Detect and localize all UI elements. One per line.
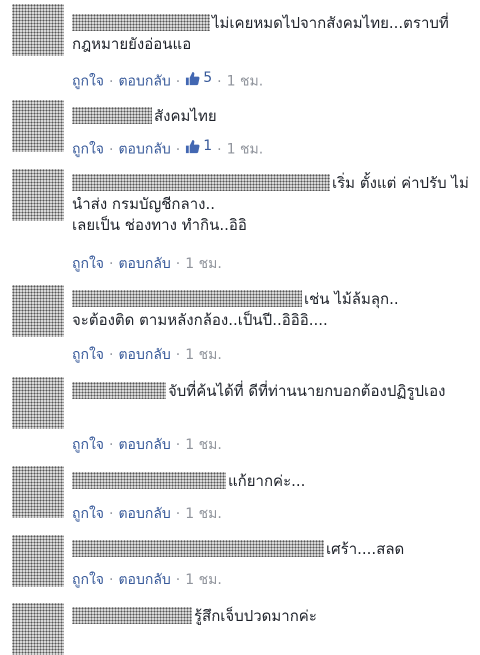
like-link[interactable]: ถูกใจ: [72, 506, 104, 522]
timestamp[interactable]: 1 ชม.: [185, 256, 222, 272]
comment-text: รู้สึกเจ็บปวดมากค่ะ: [194, 607, 317, 625]
separator: ·: [109, 347, 114, 363]
avatar[interactable]: [12, 100, 64, 152]
like-count-value: 1: [203, 138, 213, 154]
separator: ·: [109, 256, 114, 272]
comment-text: สังคมไทย: [154, 107, 217, 125]
like-link[interactable]: ถูกใจ: [72, 256, 104, 272]
separator: ·: [175, 572, 181, 588]
reply-link[interactable]: ตอบกลับ: [118, 74, 170, 90]
thumbs-up-icon: [186, 139, 200, 153]
separator: ·: [109, 73, 114, 90]
comment-text: แก้ยากค่ะ...: [228, 472, 306, 490]
reply-link[interactable]: ตอบกลับ: [118, 506, 170, 522]
avatar[interactable]: [12, 603, 64, 655]
avatar[interactable]: [12, 4, 64, 56]
timestamp[interactable]: 1 ชม.: [227, 142, 264, 158]
redacted-commenter-name[interactable]: [72, 174, 330, 191]
thumbs-up-icon: [186, 71, 200, 85]
redacted-commenter-name[interactable]: [72, 540, 324, 557]
avatar[interactable]: [12, 377, 64, 429]
timestamp[interactable]: 1 ชม.: [185, 572, 222, 588]
reply-link[interactable]: ตอบกลับ: [118, 347, 170, 363]
separator: ·: [109, 506, 114, 522]
avatar[interactable]: [12, 285, 64, 337]
like-link[interactable]: ถูกใจ: [72, 142, 104, 158]
timestamp[interactable]: 1 ชม.: [227, 74, 264, 90]
like-link[interactable]: ถูกใจ: [72, 347, 104, 363]
like-count[interactable]: 5: [185, 69, 212, 87]
separator: ·: [109, 141, 114, 158]
separator: ·: [217, 73, 222, 90]
reply-link[interactable]: ตอบกลับ: [118, 142, 170, 158]
reply-link[interactable]: ตอบกลับ: [118, 572, 170, 588]
like-count[interactable]: 1: [185, 137, 212, 155]
avatar[interactable]: [12, 466, 64, 518]
separator: ·: [175, 73, 181, 90]
redacted-commenter-name[interactable]: [72, 14, 210, 31]
like-link[interactable]: ถูกใจ: [72, 572, 104, 588]
redacted-commenter-name[interactable]: [72, 382, 166, 399]
timestamp[interactable]: 1 ชม.: [185, 347, 222, 363]
separator: ·: [175, 506, 181, 522]
reply-link[interactable]: ตอบกลับ: [118, 437, 170, 453]
redacted-commenter-name[interactable]: [72, 607, 192, 624]
comment-text: เศร้า....สลด: [326, 540, 405, 558]
comment-text: จับที่ค้นได้ที่ ดีที่ท่านนายกบอกต้องปฏิร…: [168, 382, 446, 400]
separator: ·: [175, 256, 181, 272]
like-count-value: 5: [203, 70, 213, 86]
separator: ·: [175, 347, 181, 363]
separator: ·: [175, 437, 181, 453]
reply-link[interactable]: ตอบกลับ: [118, 256, 170, 272]
like-link[interactable]: ถูกใจ: [72, 74, 104, 90]
redacted-commenter-name[interactable]: [72, 472, 226, 489]
separator: ·: [217, 141, 222, 158]
avatar[interactable]: [12, 169, 64, 221]
redacted-commenter-name[interactable]: [72, 107, 152, 124]
timestamp[interactable]: 1 ชม.: [185, 437, 222, 453]
separator: ·: [109, 437, 114, 453]
timestamp[interactable]: 1 ชม.: [185, 506, 222, 522]
avatar[interactable]: [12, 535, 64, 587]
redacted-commenter-name[interactable]: [72, 290, 302, 307]
like-link[interactable]: ถูกใจ: [72, 437, 104, 453]
separator: ·: [175, 141, 181, 158]
separator: ·: [109, 572, 114, 588]
